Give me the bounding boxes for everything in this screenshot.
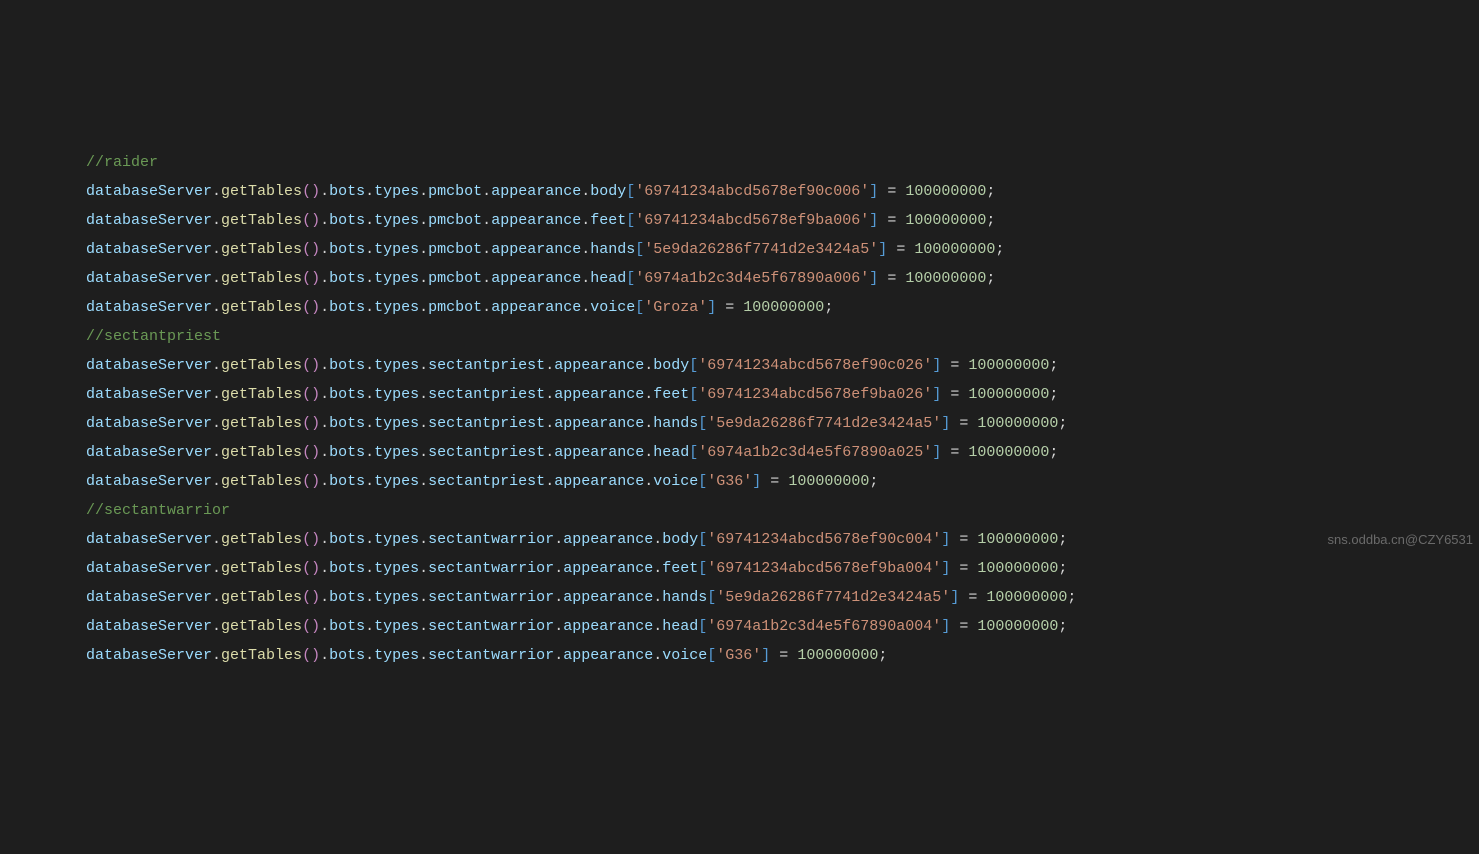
code-line: databaseServer.getTables().bots.types.se… <box>86 351 1479 380</box>
code-line: databaseServer.getTables().bots.types.se… <box>86 583 1479 612</box>
code-line: databaseServer.getTables().bots.types.pm… <box>86 206 1479 235</box>
code-line: databaseServer.getTables().bots.types.se… <box>86 612 1479 641</box>
code-comment: //sectantwarrior <box>86 496 1479 525</box>
code-line: databaseServer.getTables().bots.types.se… <box>86 554 1479 583</box>
code-line: databaseServer.getTables().bots.types.se… <box>86 467 1479 496</box>
code-line: databaseServer.getTables().bots.types.se… <box>86 641 1479 670</box>
code-line: databaseServer.getTables().bots.types.se… <box>86 380 1479 409</box>
code-editor-content[interactable]: //raiderdatabaseServer.getTables().bots.… <box>86 148 1479 670</box>
code-line: databaseServer.getTables().bots.types.pm… <box>86 177 1479 206</box>
code-line: databaseServer.getTables().bots.types.pm… <box>86 264 1479 293</box>
code-comment: //raider <box>86 148 1479 177</box>
code-line: databaseServer.getTables().bots.types.se… <box>86 409 1479 438</box>
code-line: databaseServer.getTables().bots.types.pm… <box>86 293 1479 322</box>
watermark: sns.oddba.cn@CZY6531 <box>1328 525 1473 554</box>
code-line: databaseServer.getTables().bots.types.se… <box>86 438 1479 467</box>
code-line: databaseServer.getTables().bots.types.se… <box>86 525 1479 554</box>
code-line: databaseServer.getTables().bots.types.pm… <box>86 235 1479 264</box>
code-comment: //sectantpriest <box>86 322 1479 351</box>
